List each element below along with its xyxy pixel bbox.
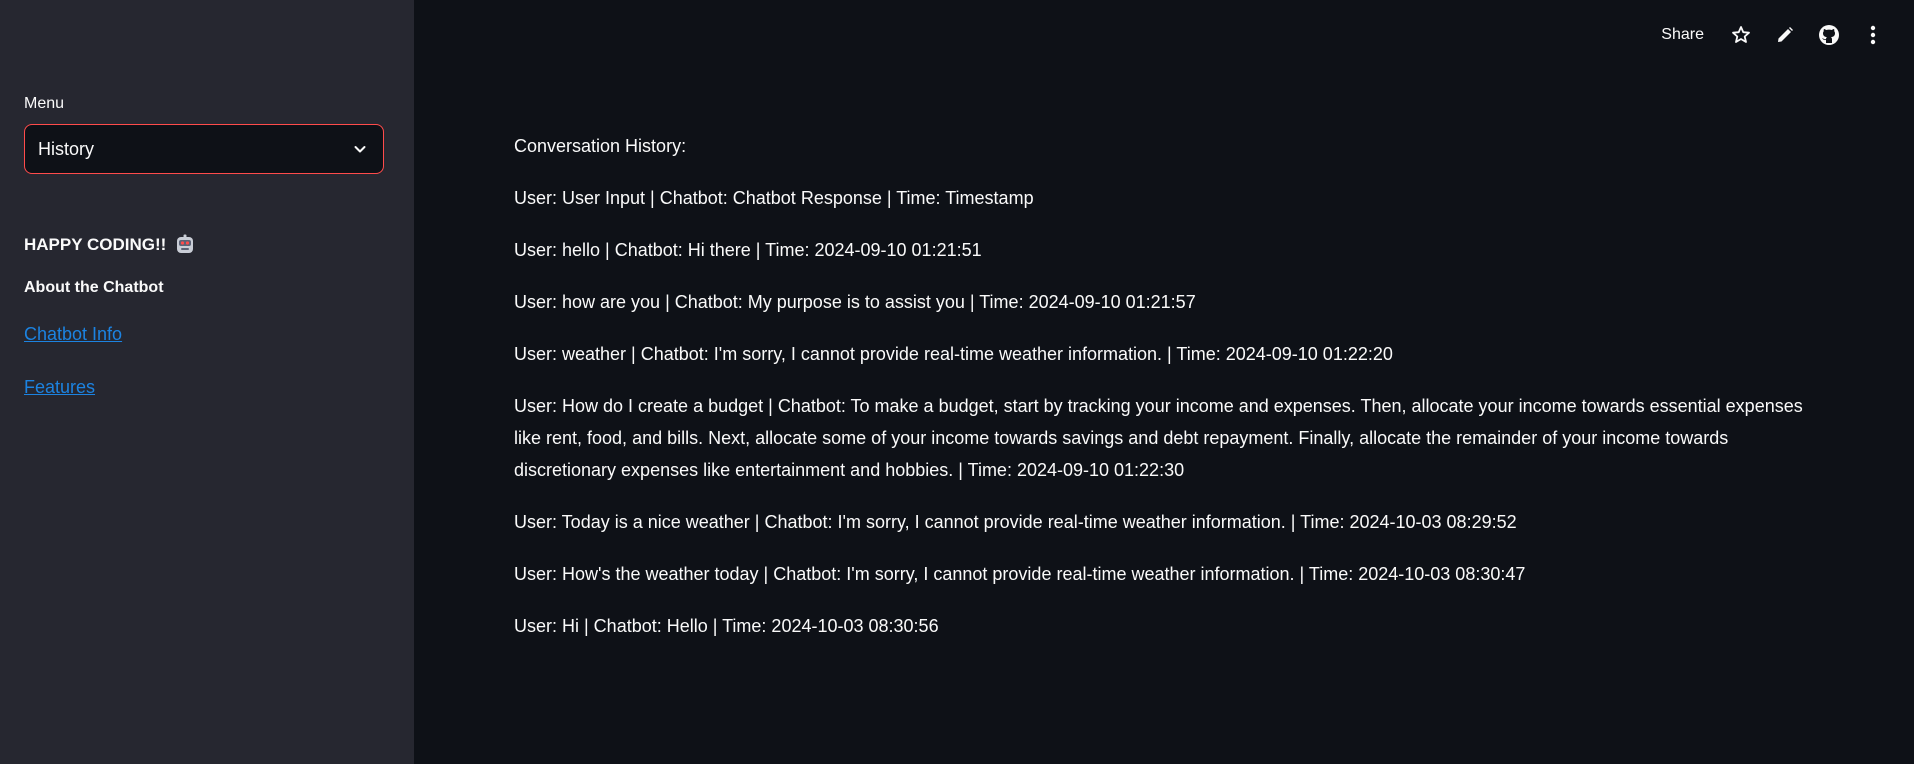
history-line: User: User Input | Chatbot: Chatbot Resp… — [514, 188, 1034, 208]
history-heading: Conversation History: — [514, 136, 687, 156]
chevron-down-icon — [351, 140, 369, 158]
history-line: User: Hi | Chatbot: Hello | Time: 2024-1… — [514, 616, 939, 636]
happy-coding-heading: HAPPY CODING!! — [24, 234, 196, 256]
conversation-history: Conversation History: User: User Input |… — [514, 130, 1804, 662]
menu-label: Menu — [24, 95, 65, 112]
share-button[interactable]: Share — [1661, 26, 1708, 44]
menu-select[interactable]: History — [24, 124, 384, 174]
history-line: User: How do I create a budget | Chatbot… — [514, 396, 1803, 480]
github-icon[interactable] — [1818, 24, 1840, 46]
star-icon[interactable] — [1730, 24, 1752, 46]
robot-icon — [174, 234, 196, 256]
happy-coding-text: HAPPY CODING!! — [24, 235, 167, 254]
app-root: Menu History HAPPY CODING!! About the Ch… — [0, 0, 1914, 764]
about-chatbot-heading: About the Chatbot — [24, 279, 164, 296]
menu-select-value: History — [38, 138, 95, 159]
history-line: User: Today is a nice weather | Chatbot:… — [514, 512, 1517, 532]
history-line: User: how are you | Chatbot: My purpose … — [514, 292, 1196, 312]
features-link[interactable]: Features — [24, 377, 95, 398]
history-line: User: How's the weather today | Chatbot:… — [514, 564, 1526, 584]
sidebar: Menu History HAPPY CODING!! About the Ch… — [0, 0, 414, 764]
header-toolbar: Share — [1661, 20, 1884, 50]
history-line: User: weather | Chatbot: I'm sorry, I ca… — [514, 344, 1393, 364]
chatbot-info-link[interactable]: Chatbot Info — [24, 324, 122, 345]
more-vertical-icon[interactable] — [1862, 24, 1884, 46]
history-line: User: hello | Chatbot: Hi there | Time: … — [514, 240, 982, 260]
pencil-icon[interactable] — [1774, 24, 1796, 46]
